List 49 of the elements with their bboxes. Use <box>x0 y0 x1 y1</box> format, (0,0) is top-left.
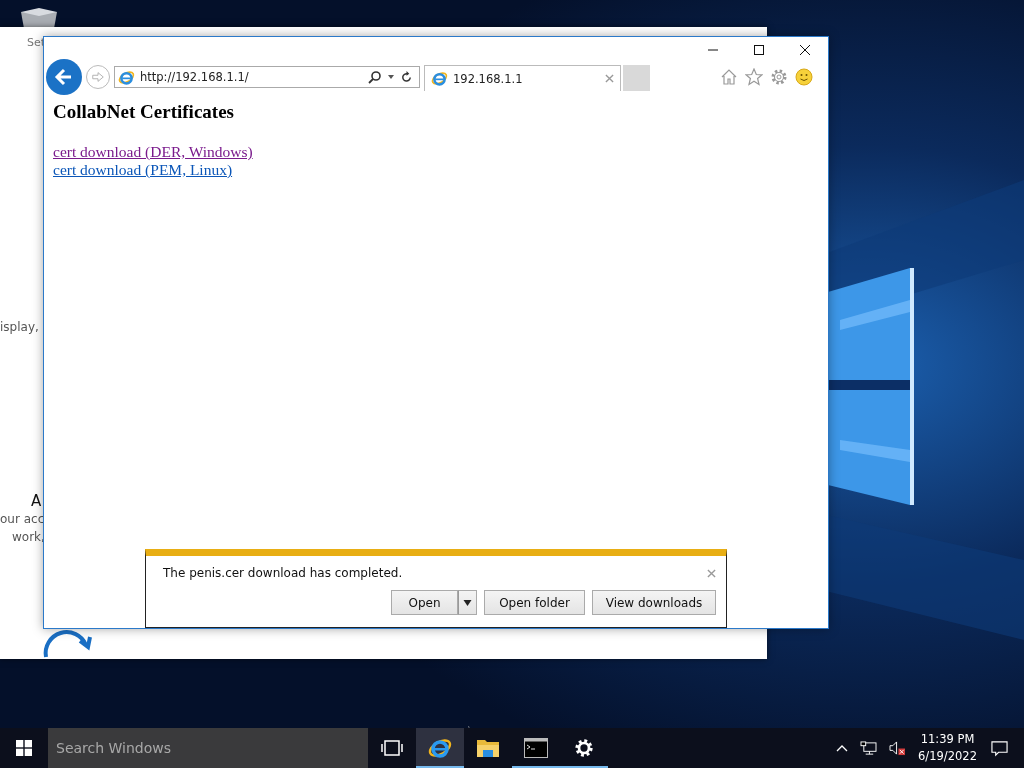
browser-logo-icon <box>431 70 448 87</box>
browser-tab[interactable]: 192.168.1.1 <box>424 65 621 91</box>
arrow-right-icon <box>91 70 105 84</box>
caret-icon <box>463 599 472 606</box>
settings-icon[interactable] <box>770 68 788 86</box>
chevron-up-icon[interactable] <box>836 744 849 752</box>
clock-time: 11:39 PM <box>920 731 975 748</box>
download-link[interactable]: cert download (PEM, Linux) <box>53 161 233 179</box>
clock-date: 6/19/2022 <box>918 748 977 765</box>
close-icon[interactable] <box>707 568 716 578</box>
volume-muted-icon[interactable] <box>889 740 907 756</box>
open-button[interactable]: Open <box>391 590 458 615</box>
maximize-icon <box>753 44 765 56</box>
settings-text: isplay, <box>0 320 39 334</box>
home-icon[interactable] <box>720 68 738 86</box>
notification-icon[interactable] <box>991 739 1008 757</box>
url-text: http://192.168.1.1/ <box>140 70 250 84</box>
back-button[interactable] <box>46 59 82 95</box>
arrow-left-icon <box>54 67 74 87</box>
smiley-icon[interactable] <box>795 68 813 86</box>
browser-logo-icon <box>118 68 135 86</box>
folder-icon <box>476 737 500 759</box>
download-action-button[interactable]: Open folder <box>484 590 585 615</box>
network-icon[interactable] <box>860 740 878 756</box>
settings-text: our acc <box>0 512 45 526</box>
settings-icon <box>574 738 594 758</box>
refresh-icon[interactable] <box>400 70 413 84</box>
star-icon[interactable] <box>745 68 763 86</box>
download-link[interactable]: cert download (DER, Windows) <box>53 143 253 161</box>
dropdown-icon[interactable] <box>387 73 395 81</box>
task-view-icon <box>381 740 403 756</box>
address-bar[interactable]: http://192.168.1.1/ <box>114 66 420 88</box>
search-field[interactable]: Search Windows <box>48 728 368 768</box>
windows-logo-icon <box>16 740 32 756</box>
taskbar-app[interactable] <box>416 728 464 768</box>
settings-text: work, <box>12 530 45 544</box>
close-tab-icon[interactable] <box>605 74 614 83</box>
browser-logo-icon <box>428 736 452 760</box>
clock[interactable]: 11:39 PM 6/19/2022 <box>918 731 977 765</box>
search-icon[interactable] <box>368 70 382 84</box>
close-icon <box>799 44 811 56</box>
recycle-bin-icon[interactable] <box>20 8 58 27</box>
page-heading: CollabNet Certificates <box>53 101 234 123</box>
sync-icon <box>42 627 92 659</box>
settings-text: A <box>31 492 42 510</box>
download-message: The penis.cer download has completed. <box>163 566 403 580</box>
terminal-icon <box>524 738 548 758</box>
dropdown-button[interactable] <box>458 590 477 615</box>
download-action-button[interactable]: View downloads <box>592 590 716 615</box>
